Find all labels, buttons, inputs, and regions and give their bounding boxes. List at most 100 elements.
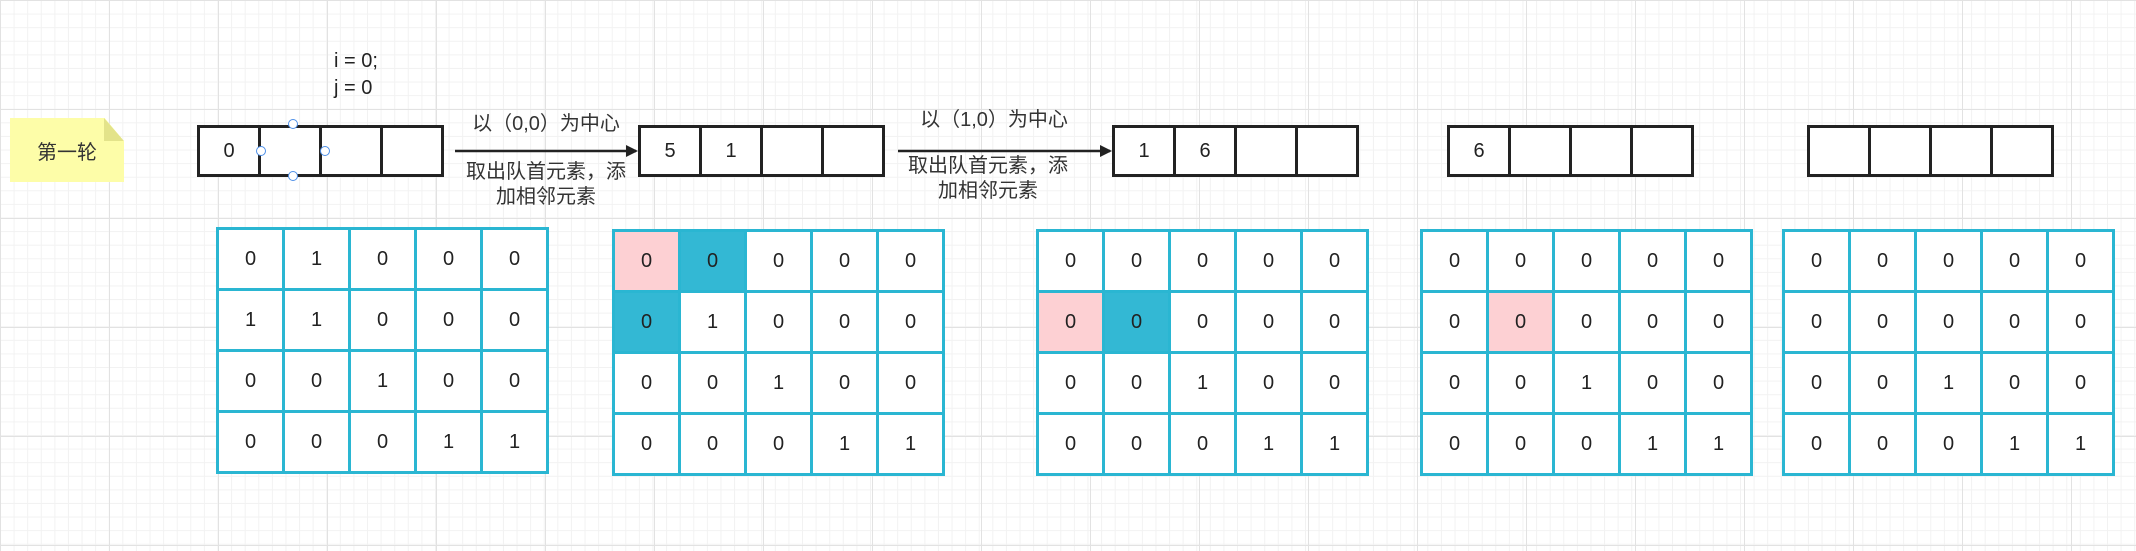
grid-2-cell-r2c0: 0 bbox=[1039, 354, 1105, 415]
grid-3-cell-r3c2: 0 bbox=[1555, 415, 1621, 476]
grid-3-cell-r2c2: 1 bbox=[1555, 354, 1621, 415]
grid-4: 00000000000010000011 bbox=[1782, 229, 2115, 476]
grid-2-cell-r2c2: 1 bbox=[1171, 354, 1237, 415]
grid-4-cell-r3c4: 1 bbox=[2049, 415, 2115, 476]
queue-4 bbox=[1807, 125, 2054, 177]
grid-0: 01000110000010000011 bbox=[216, 227, 549, 474]
selection-handle-bottom[interactable] bbox=[288, 171, 298, 181]
grid-1-cell-r3c1: 0 bbox=[681, 415, 747, 476]
grid-2-cell-r2c4: 0 bbox=[1303, 354, 1369, 415]
grid-3-cell-r0c3: 0 bbox=[1621, 232, 1687, 293]
grid-4-cell-r1c3: 0 bbox=[1983, 293, 2049, 354]
grid-0-cell-r0c2: 0 bbox=[351, 230, 417, 291]
grid-1-cell-r3c4: 1 bbox=[879, 415, 945, 476]
grid-2-cell-r3c0: 0 bbox=[1039, 415, 1105, 476]
grid-1-cell-r1c0: 0 bbox=[615, 293, 681, 354]
grid-0-cell-r3c2: 0 bbox=[351, 413, 417, 474]
queue-2-cell-1: 6 bbox=[1173, 125, 1237, 177]
grid-4-cell-r2c3: 0 bbox=[1983, 354, 2049, 415]
grid-1-cell-r0c0: 0 bbox=[615, 232, 681, 293]
grid-1-cell-r0c1: 0 bbox=[681, 232, 747, 293]
grid-2-cell-r1c4: 0 bbox=[1303, 293, 1369, 354]
grid-4-cell-r0c4: 0 bbox=[2049, 232, 2115, 293]
grid-4-cell-r0c0: 0 bbox=[1785, 232, 1851, 293]
grid-2-cell-r3c3: 1 bbox=[1237, 415, 1303, 476]
queue-0-cell-0: 0 bbox=[197, 125, 261, 177]
arrow-1-top-label: 以（0,0）为中心 bbox=[472, 113, 620, 135]
grid-0-cell-r3c0: 0 bbox=[219, 413, 285, 474]
grid-1-cell-r2c1: 0 bbox=[681, 354, 747, 415]
grid-4-cell-r0c2: 0 bbox=[1917, 232, 1983, 293]
grid-1-cell-r2c2: 1 bbox=[747, 354, 813, 415]
grid-2-cell-r3c1: 0 bbox=[1105, 415, 1171, 476]
grid-4-cell-r2c1: 0 bbox=[1851, 354, 1917, 415]
grid-3-cell-r3c3: 1 bbox=[1621, 415, 1687, 476]
grid-0-cell-r1c1: 1 bbox=[285, 291, 351, 352]
grid-2-cell-r0c2: 0 bbox=[1171, 232, 1237, 293]
grid-3-cell-r2c3: 0 bbox=[1621, 354, 1687, 415]
grid-0-cell-r1c3: 0 bbox=[417, 291, 483, 352]
grid-3-cell-r1c1: 0 bbox=[1489, 293, 1555, 354]
grid-2-cell-r3c2: 0 bbox=[1171, 415, 1237, 476]
grid-4-cell-r3c1: 0 bbox=[1851, 415, 1917, 476]
grid-2-cell-r1c2: 0 bbox=[1171, 293, 1237, 354]
grid-1-cell-r3c3: 1 bbox=[813, 415, 879, 476]
grid-1-cell-r2c3: 0 bbox=[813, 354, 879, 415]
selection-handle-top[interactable] bbox=[288, 119, 298, 129]
grid-1-cell-r1c3: 0 bbox=[813, 293, 879, 354]
grid-1-cell-r0c2: 0 bbox=[747, 232, 813, 293]
grid-3-cell-r2c1: 0 bbox=[1489, 354, 1555, 415]
queue-1-cell-3 bbox=[821, 125, 885, 177]
selection-handle-left[interactable] bbox=[256, 146, 266, 156]
queue-3-cell-3 bbox=[1630, 125, 1694, 177]
grid-2-cell-r2c1: 0 bbox=[1105, 354, 1171, 415]
grid-0-cell-r0c0: 0 bbox=[219, 230, 285, 291]
queue-3-cell-1 bbox=[1508, 125, 1572, 177]
grid-3-cell-r3c1: 0 bbox=[1489, 415, 1555, 476]
grid-3-cell-r0c4: 0 bbox=[1687, 232, 1753, 293]
grid-0-cell-r0c3: 0 bbox=[417, 230, 483, 291]
grid-4-cell-r1c4: 0 bbox=[2049, 293, 2115, 354]
grid-1-cell-r0c3: 0 bbox=[813, 232, 879, 293]
grid-3-cell-r2c0: 0 bbox=[1423, 354, 1489, 415]
grid-3-cell-r1c2: 0 bbox=[1555, 293, 1621, 354]
grid-0-cell-r3c4: 1 bbox=[483, 413, 549, 474]
grid-4-cell-r2c4: 0 bbox=[2049, 354, 2115, 415]
grid-4-cell-r0c3: 0 bbox=[1983, 232, 2049, 293]
grid-4-cell-r3c0: 0 bbox=[1785, 415, 1851, 476]
grid-3: 00000000000010000011 bbox=[1420, 229, 1753, 476]
selection-handle-right[interactable] bbox=[320, 146, 330, 156]
queue-3-cell-0: 6 bbox=[1447, 125, 1511, 177]
grid-0-cell-r2c0: 0 bbox=[219, 352, 285, 413]
arrow-1-bottom-line2: 加相邻元素 bbox=[496, 186, 596, 208]
grid-0-cell-r2c3: 0 bbox=[417, 352, 483, 413]
queue-3: 6 bbox=[1447, 125, 1694, 177]
grid-4-cell-r2c2: 1 bbox=[1917, 354, 1983, 415]
grid-4-cell-r1c1: 0 bbox=[1851, 293, 1917, 354]
grid-2-cell-r1c3: 0 bbox=[1237, 293, 1303, 354]
grid-2-cell-r3c4: 1 bbox=[1303, 415, 1369, 476]
queue-2-cell-3 bbox=[1295, 125, 1359, 177]
arrow-1-bottom-line1: 取出队首元素，添 bbox=[466, 161, 626, 183]
grid-2: 00000000000010000011 bbox=[1036, 229, 1369, 476]
grid-3-cell-r3c4: 1 bbox=[1687, 415, 1753, 476]
arrow-1-bottom-label: 取出队首元素，添 加相邻元素 bbox=[456, 160, 636, 210]
queue-1-cell-2 bbox=[760, 125, 824, 177]
grid-4-cell-r1c0: 0 bbox=[1785, 293, 1851, 354]
queue-4-cell-0 bbox=[1807, 125, 1871, 177]
grid-2-cell-r1c1: 0 bbox=[1105, 293, 1171, 354]
grid-4-cell-r1c2: 0 bbox=[1917, 293, 1983, 354]
queue-4-cell-2 bbox=[1929, 125, 1993, 177]
grid-1-cell-r2c4: 0 bbox=[879, 354, 945, 415]
grid-1-cell-r2c0: 0 bbox=[615, 354, 681, 415]
grid-3-cell-r3c0: 0 bbox=[1423, 415, 1489, 476]
grid-4-cell-r2c0: 0 bbox=[1785, 354, 1851, 415]
grid-0-cell-r0c4: 0 bbox=[483, 230, 549, 291]
grid-3-cell-r1c4: 0 bbox=[1687, 293, 1753, 354]
grid-2-cell-r0c4: 0 bbox=[1303, 232, 1369, 293]
grid-1-cell-r1c1: 1 bbox=[681, 293, 747, 354]
grid-4-cell-r3c2: 0 bbox=[1917, 415, 1983, 476]
queue-4-cell-1 bbox=[1868, 125, 1932, 177]
queue-1: 51 bbox=[638, 125, 885, 177]
queue-0-cell-3 bbox=[380, 125, 444, 177]
